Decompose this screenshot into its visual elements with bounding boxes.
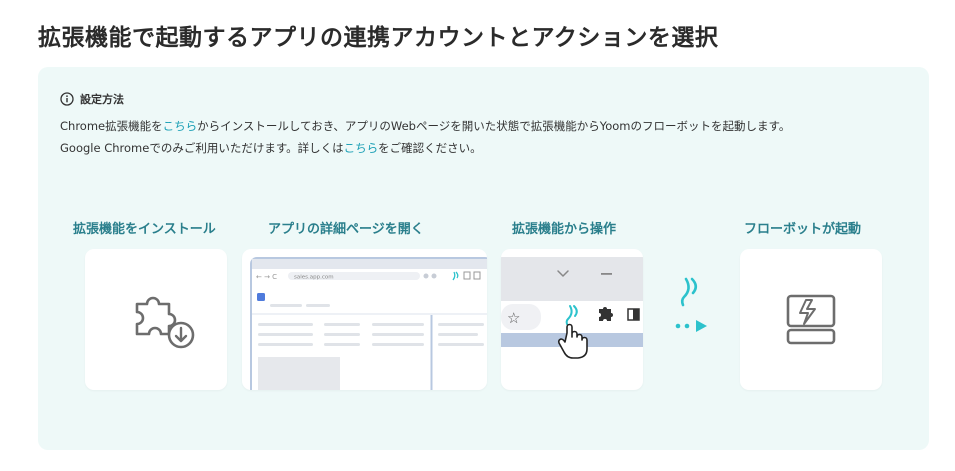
setup-description-line1: Chrome拡張機能をこちらからインストールしておき、アプリのWebページを開い… <box>60 118 790 134</box>
desc2-text-before: Google Chromeでのみご利用いただけます。詳しくは <box>60 141 344 155</box>
extension-toolbar-illustration: ☆ <box>501 257 643 359</box>
flow-arrow-icon <box>675 277 707 332</box>
step-card-install <box>85 249 227 390</box>
setup-heading: 設定方法 <box>60 91 124 107</box>
step-card-launch <box>740 249 882 390</box>
svg-text:← → C: ← → C <box>256 273 277 281</box>
puzzle-download-icon <box>135 296 195 349</box>
browser-url-text: sales.app.com <box>294 275 334 281</box>
star-icon: ☆ <box>507 309 520 327</box>
step-label-install: 拡張機能をインストール <box>73 222 216 237</box>
setup-heading-text: 設定方法 <box>80 93 124 106</box>
step-card-extension: ☆ <box>501 249 643 390</box>
details-link[interactable]: こちら <box>344 141 379 155</box>
info-icon <box>60 92 74 106</box>
flowbot-launch-icon <box>786 294 836 345</box>
step-label-operate: 拡張機能から操作 <box>512 222 617 237</box>
browser-page-illustration: ← → C sales.app.com <box>250 257 487 390</box>
page-title: 拡張機能で起動するアプリの連携アカウントとアクションを選択 <box>38 25 719 51</box>
step-label-open-page: アプリの詳細ページを開く <box>268 222 424 237</box>
setup-panel: 設定方法 Chrome拡張機能をこちらからインストールしておき、アプリのWebペ… <box>38 67 929 450</box>
setup-description-line2: Google Chromeでのみご利用いただけます。詳しくはこちらをご確認くださ… <box>60 140 482 156</box>
desc2-text-after: をご確認ください。 <box>378 141 482 155</box>
install-extension-link[interactable]: こちら <box>163 119 198 133</box>
step-card-browser: ← → C sales.app.com <box>242 249 487 390</box>
desc1-text-after: からインストールしておき、アプリのWebページを開いた状態で拡張機能からYoom… <box>197 119 791 133</box>
step-label-launch: フローボットが起動 <box>744 222 862 237</box>
desc1-text-before: Chrome拡張機能を <box>60 119 163 133</box>
